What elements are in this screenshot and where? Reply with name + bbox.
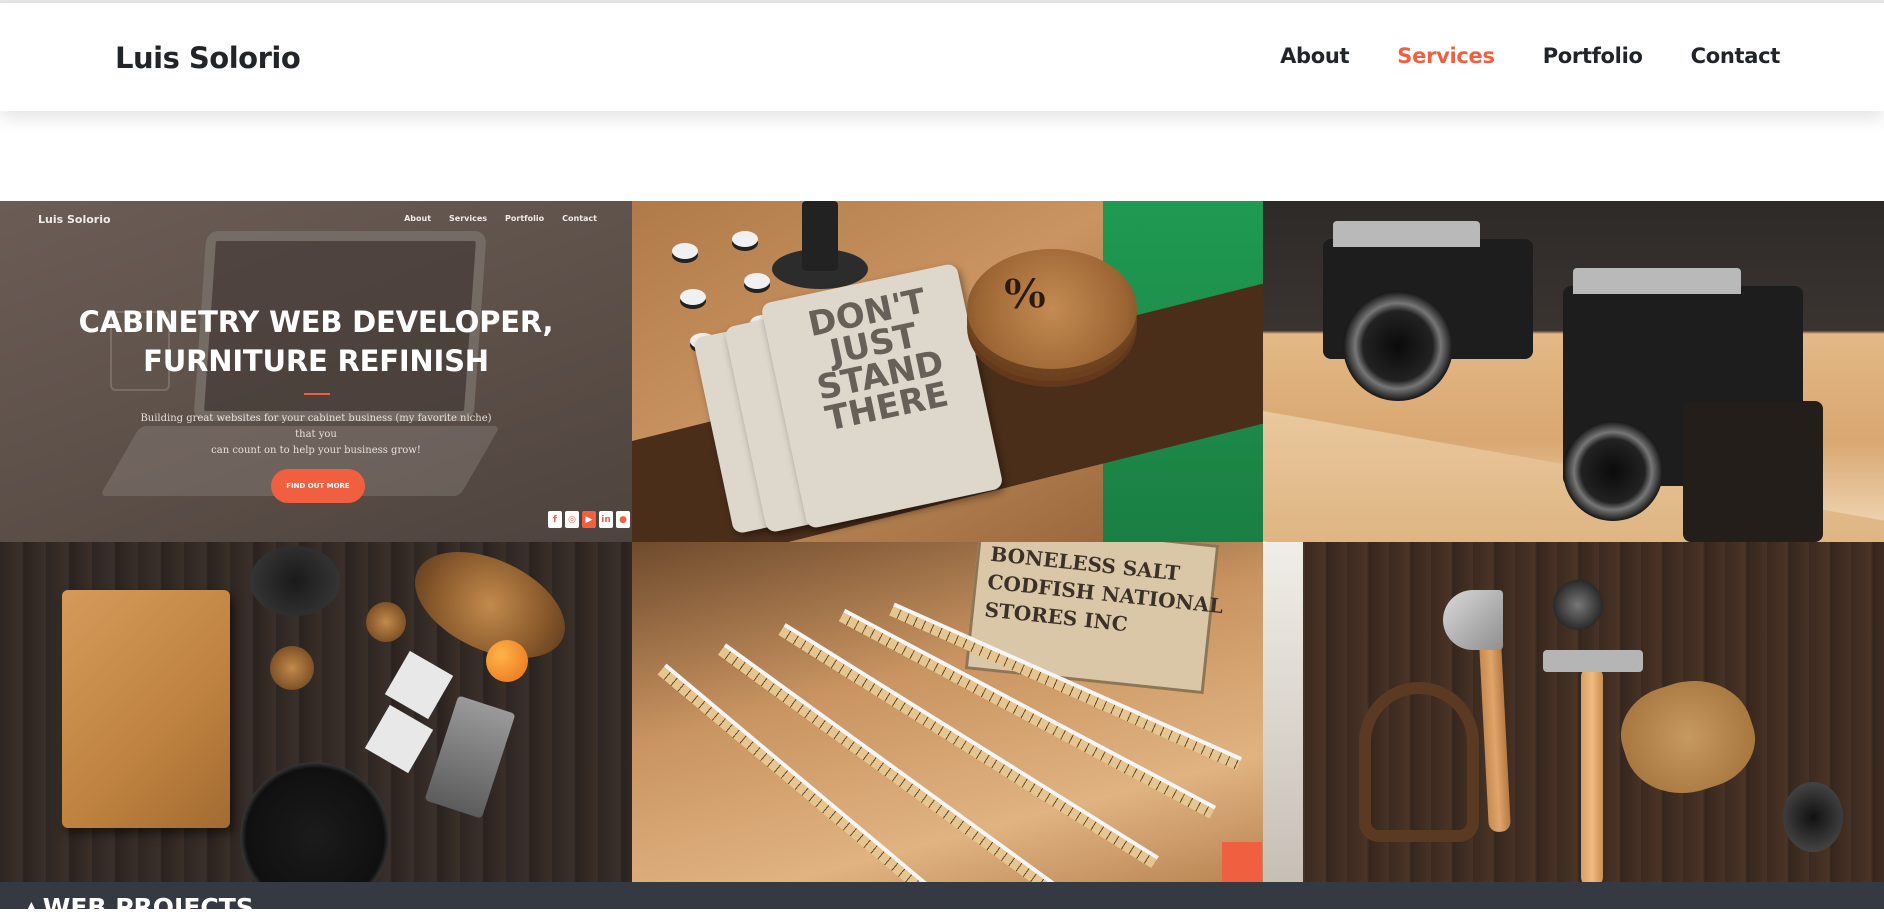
folding-camera-body: [1683, 401, 1823, 542]
nav-link-contact[interactable]: Contact: [1691, 44, 1781, 68]
portfolio-item-cameras[interactable]: [1263, 201, 1884, 542]
preview-hero-title: CABINETRY WEB DEVELOPER, FURNITURE REFIN…: [0, 303, 632, 381]
key-cap: [672, 243, 698, 259]
coaster-stack-image: [967, 249, 1137, 369]
tongs-image: [1359, 682, 1479, 842]
key-cap: [680, 289, 706, 305]
orange-image: [486, 640, 528, 682]
coaster-mark: ⁰⁄₀: [1004, 271, 1046, 318]
preview-nav: About Services Portfolio Contact: [404, 214, 597, 223]
glove-image: [1609, 664, 1767, 810]
nav-link-about[interactable]: About: [1280, 44, 1350, 68]
white-board-image: [1263, 542, 1303, 882]
portfolio-grid: Luis Solorio About Services Portfolio Co…: [0, 201, 1884, 882]
key-cap: [744, 273, 770, 289]
skillet-image: [240, 762, 390, 882]
portfolio-item-notebooks[interactable]: DON'T JUST STAND THERE ⁰⁄₀: [632, 201, 1263, 542]
preview-find-out-more-button: FIND OUT MORE: [271, 469, 365, 503]
camera-lens-image: [1343, 291, 1453, 401]
cleaver-image: [424, 695, 516, 819]
pipe-image: [802, 201, 838, 271]
preview-divider: [304, 393, 330, 395]
main-nav: About Services Portfolio Contact: [1280, 44, 1780, 68]
tape-measure-image: [1553, 580, 1603, 630]
navbar: Luis Solorio About Services Portfolio Co…: [0, 3, 1884, 111]
brand-logo[interactable]: Luis Solorio: [115, 41, 301, 75]
section-title-text: WEB PROJECTS: [42, 893, 254, 922]
preview-nav-services: Services: [449, 214, 488, 223]
nav-link-services[interactable]: Services: [1397, 44, 1495, 68]
spice-bowl-image: [366, 602, 406, 642]
nav-link-portfolio[interactable]: Portfolio: [1543, 44, 1643, 68]
key-cap: [732, 231, 758, 247]
preview-hero-subtitle-line1: Building great websites for your cabinet…: [140, 413, 492, 440]
hammer-head-image: [1543, 650, 1643, 672]
preview-nav-portfolio: Portfolio: [505, 214, 545, 223]
youtube-icon: ▶: [582, 511, 596, 528]
portfolio-item-tools[interactable]: [1263, 542, 1884, 882]
preview-hero-title-line2: FURNITURE REFINISH: [143, 344, 489, 378]
preview-hero-title-line1: CABINETRY WEB DEVELOPER,: [78, 305, 554, 339]
facebook-icon: f: [548, 511, 562, 528]
preview-nav-about: About: [404, 214, 432, 223]
ruler-image: [657, 663, 989, 882]
preview-social-icons: f ◎ ▶ in ●: [548, 511, 630, 528]
github-icon: ●: [616, 511, 630, 528]
preview-nav-contact: Contact: [562, 214, 597, 223]
mug-image: [1783, 782, 1843, 852]
caret-up-icon: ▲: [26, 899, 37, 915]
preview-hero-subtitle: Building great websites for your cabinet…: [136, 411, 496, 459]
section-title: ▲ WEB PROJECTS: [26, 895, 254, 920]
portfolio-item-kitchen[interactable]: [0, 542, 632, 882]
spice-bowl-image: [270, 646, 314, 690]
cutting-board-image: [62, 590, 230, 828]
axe-head-image: [1443, 590, 1503, 650]
preview-brand: Luis Solorio: [38, 213, 111, 226]
red-corner: [1222, 842, 1262, 882]
hammer-handle-image: [1581, 667, 1603, 882]
instagram-icon: ◎: [565, 511, 579, 528]
preview-hero-subtitle-line2: can count on to help your business grow!: [211, 445, 421, 456]
mortar-image: [250, 546, 340, 616]
linkedin-icon: in: [599, 511, 613, 528]
portfolio-item-rulers[interactable]: BONELESS SALT CODFISH NATIONAL STORES IN…: [632, 542, 1263, 882]
section-header-bar: [0, 882, 1884, 909]
portfolio-item-website-preview[interactable]: Luis Solorio About Services Portfolio Co…: [0, 201, 632, 542]
camera-lens-image: [1563, 421, 1663, 521]
